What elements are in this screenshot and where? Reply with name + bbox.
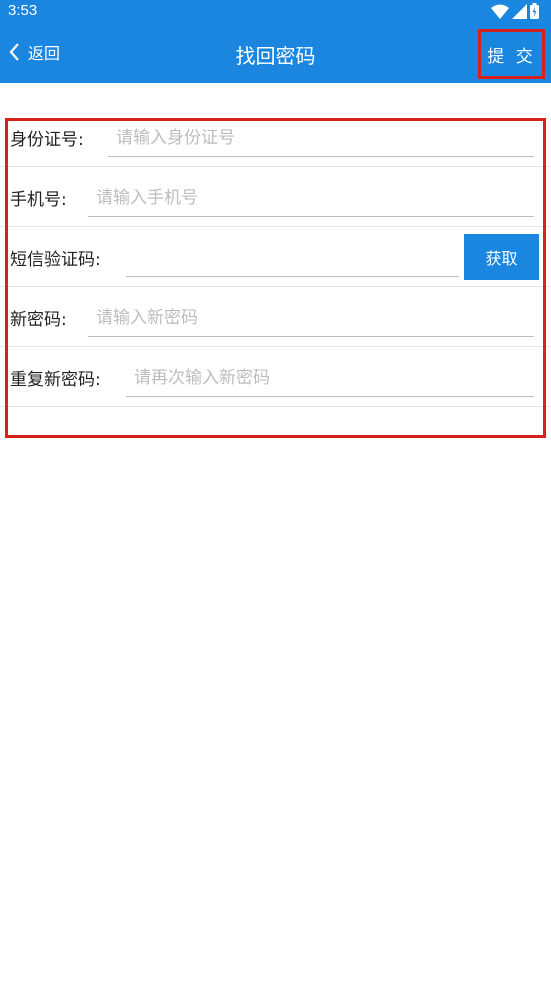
signal-icon (512, 3, 527, 19)
get-code-button[interactable]: 获取 (464, 234, 539, 280)
phone-label: 手机号: (10, 190, 67, 210)
phone-row: 手机号: (0, 167, 551, 227)
id-card-input[interactable] (108, 119, 534, 157)
repeat-password-label: 重复新密码: (10, 370, 101, 390)
status-bar: 3:53 (0, 0, 551, 22)
wifi-icon (491, 4, 509, 19)
sms-code-label: 短信验证码: (10, 250, 101, 270)
reset-password-form: 身份证号: 手机号: 短信验证码: 获取 新密码: 重复新密码: (0, 107, 551, 407)
sms-code-input[interactable] (126, 239, 459, 277)
app-bar: 返回 找回密码 提 交 (0, 22, 551, 83)
status-time: 3:53 (8, 2, 38, 19)
id-card-label: 身份证号: (10, 130, 84, 150)
phone-input[interactable] (88, 179, 534, 217)
new-password-row: 新密码: (0, 287, 551, 347)
new-password-label: 新密码: (10, 310, 67, 330)
sms-code-row: 短信验证码: 获取 (0, 227, 551, 287)
repeat-password-row: 重复新密码: (0, 347, 551, 407)
battery-icon (530, 3, 539, 19)
repeat-password-input[interactable] (126, 359, 534, 397)
submit-button[interactable]: 提 交 (478, 29, 545, 79)
page-title: 找回密码 (235, 44, 316, 68)
id-card-row: 身份证号: (0, 107, 551, 167)
new-password-input[interactable] (88, 299, 534, 337)
status-icons (491, 3, 539, 19)
